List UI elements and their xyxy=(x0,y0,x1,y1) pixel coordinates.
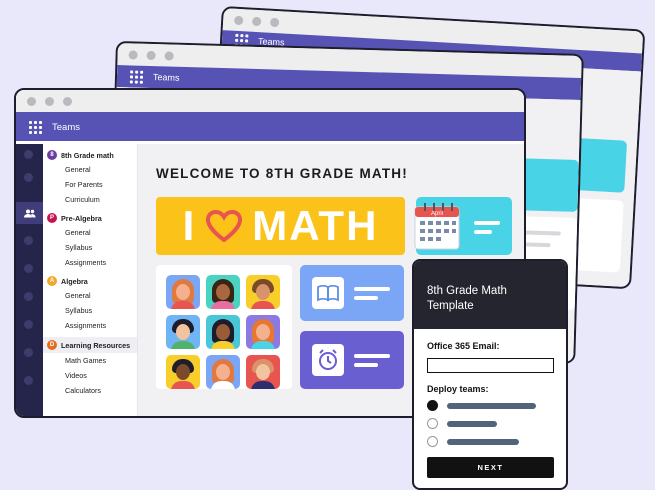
rail-item[interactable] xyxy=(24,236,33,245)
page-title: WELCOME TO 8TH GRADE MATH! xyxy=(156,166,408,181)
team-name: Learning Resources xyxy=(61,340,131,350)
i-love-math-banner: I MATH xyxy=(156,197,405,255)
banner-text-left: I xyxy=(182,202,197,249)
team-name: Algebra xyxy=(61,276,88,286)
team-badge: D xyxy=(47,340,57,350)
rail-item[interactable] xyxy=(24,348,33,357)
team-name: 8th Grade math xyxy=(61,150,114,160)
channel-item[interactable]: Videos xyxy=(43,368,137,383)
avatar xyxy=(166,355,200,389)
window-dot xyxy=(269,17,280,27)
channel-item[interactable]: Math Games xyxy=(43,353,137,368)
channel-item[interactable]: General xyxy=(43,225,137,240)
calendar-card[interactable]: April xyxy=(414,197,512,255)
deploy-team-radio[interactable] xyxy=(427,400,438,411)
team-badge: P xyxy=(47,213,57,223)
deploy-team-radio[interactable] xyxy=(427,418,438,429)
alarm-clock-icon xyxy=(312,344,344,376)
channel-item[interactable]: Assignments xyxy=(43,318,137,333)
channel-item[interactable]: Calculators xyxy=(43,383,137,398)
rail-item[interactable] xyxy=(24,292,33,301)
resource-card[interactable] xyxy=(300,265,404,321)
channel-list: 8 8th Grade math General For Parents Cur… xyxy=(43,144,138,416)
avatar xyxy=(246,275,280,309)
channel-item[interactable]: Syllabus xyxy=(43,303,137,318)
channel-item[interactable]: Curriculum xyxy=(43,192,137,207)
app-grid-icon[interactable] xyxy=(129,69,144,84)
rail-item[interactable] xyxy=(24,173,33,182)
team-pre-algebra[interactable]: P Pre-Algebra xyxy=(43,211,137,225)
team-option-placeholder xyxy=(447,403,536,409)
avatar xyxy=(206,355,240,389)
window-dot xyxy=(27,96,36,106)
feature-card xyxy=(517,158,579,212)
panel-header: 8th Grade Math Template xyxy=(414,261,566,329)
window-dot xyxy=(234,15,244,25)
email-label: Office 365 Email: xyxy=(427,341,500,351)
window-chrome xyxy=(16,90,524,112)
app-grid-icon[interactable] xyxy=(29,121,42,134)
heart-icon xyxy=(206,210,243,242)
channel-item[interactable]: For Parents xyxy=(43,177,137,192)
team-learning-resources[interactable]: D Learning Resources xyxy=(43,337,137,353)
deploy-team-radio[interactable] xyxy=(427,436,438,447)
avatar xyxy=(166,315,200,349)
panel-title-line1: 8th Grade Math xyxy=(427,285,507,297)
avatar xyxy=(246,315,280,349)
title-bar: Teams xyxy=(16,112,524,141)
team-name: Pre-Algebra xyxy=(61,213,102,223)
team-8th-grade-math[interactable]: 8 8th Grade math xyxy=(43,148,137,162)
window-dot xyxy=(45,96,54,106)
app-title: Teams xyxy=(52,122,80,133)
team-badge: 8 xyxy=(47,150,57,160)
avatar xyxy=(166,275,200,309)
team-algebra[interactable]: A Algebra xyxy=(43,274,137,288)
window-dot xyxy=(164,50,174,61)
avatar xyxy=(206,315,240,349)
panel-title-line2: Template xyxy=(427,300,474,312)
calendar-month: April xyxy=(431,211,443,217)
student-avatar-grid xyxy=(156,265,292,389)
rail-item-teams[interactable] xyxy=(16,202,43,224)
rail-item[interactable] xyxy=(24,320,33,329)
rail-item[interactable] xyxy=(24,376,33,385)
channel-item[interactable]: General xyxy=(43,288,137,303)
window-dot xyxy=(251,16,262,26)
people-icon xyxy=(23,209,35,217)
channel-item[interactable]: Syllabus xyxy=(43,240,137,255)
team-option-placeholder xyxy=(447,421,497,427)
avatar xyxy=(206,275,240,309)
window-dot xyxy=(146,50,156,60)
team-option-placeholder xyxy=(447,439,519,445)
rail-item[interactable] xyxy=(24,150,33,159)
channel-item[interactable]: General xyxy=(43,162,137,177)
calendar-icon: April xyxy=(414,203,460,250)
window-dot xyxy=(63,96,72,106)
channel-item[interactable]: Assignments xyxy=(43,255,137,270)
resource-card[interactable] xyxy=(300,331,404,389)
rail-item[interactable] xyxy=(24,264,33,273)
team-badge: A xyxy=(47,276,57,286)
book-icon xyxy=(312,277,344,309)
next-button[interactable]: NEXT xyxy=(427,457,554,478)
window-dot xyxy=(128,49,138,60)
email-field[interactable] xyxy=(427,358,554,373)
app-title: Teams xyxy=(152,72,180,83)
app-rail xyxy=(16,144,43,416)
avatar xyxy=(246,355,280,389)
template-deploy-panel: 8th Grade Math Template Office 365 Email… xyxy=(412,259,568,490)
banner-text-right: MATH xyxy=(252,202,379,249)
deploy-teams-label: Deploy teams: xyxy=(427,384,489,394)
